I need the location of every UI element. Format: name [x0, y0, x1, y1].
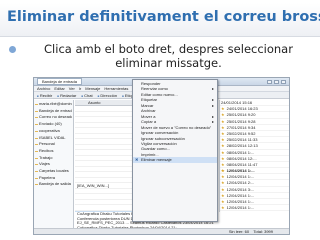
- context-menu-label: Archivar: [141, 108, 156, 114]
- star-icon[interactable]: ★: [221, 193, 225, 198]
- star-icon[interactable]: ★: [221, 119, 225, 124]
- delete-icon: ✖: [135, 157, 139, 163]
- folder-item[interactable]: Viajes: [35, 161, 72, 168]
- context-menu-label: Ignorar conversación: [141, 130, 179, 136]
- date-text: 27/01/2014 9:34: [226, 124, 256, 130]
- date-text: 25/01/2014 9:28: [226, 118, 256, 124]
- star-icon[interactable]: ★: [221, 125, 225, 130]
- context-menu-item[interactable]: ✖ Eliminar mensaje: [133, 157, 217, 163]
- close-icon[interactable]: [281, 79, 286, 84]
- date-text: 12/04/2014 1:...: [226, 192, 255, 198]
- context-menu-label: Editar como nuevo...: [141, 91, 178, 97]
- date-text: 12/04/2014 1:...: [226, 199, 255, 204]
- date-text: 12/04/2014 1:...: [226, 205, 255, 211]
- folder-item[interactable]: cooperativa: [35, 128, 72, 135]
- maximize-icon[interactable]: [274, 79, 279, 84]
- toolbar-button-1[interactable]: Redactar: [57, 93, 76, 98]
- star-icon[interactable]: ★: [221, 137, 225, 142]
- star-icon[interactable]: ★: [221, 150, 225, 155]
- menu-5[interactable]: Herramientas: [104, 86, 128, 91]
- thunderbird-screenshot: Bandeja de entrada Archivo Editar Ver Ir Men…: [33, 77, 290, 235]
- menu-4[interactable]: Mensaje: [85, 86, 100, 91]
- context-menu-label: Ignorar subconversación: [141, 135, 185, 141]
- window-controls: [267, 79, 286, 84]
- status-total: Total: 3999: [253, 229, 273, 234]
- date-text: 25/02/2014 9:52: [226, 130, 256, 136]
- date-text: 08/04/2014 1:...: [226, 149, 255, 155]
- menu-1[interactable]: Editar: [54, 86, 64, 91]
- context-menu-label: Copiar a: [141, 119, 157, 125]
- date-text: 08/04/2014 12:...: [226, 155, 257, 161]
- folder-item[interactable]: Papelera: [35, 175, 72, 182]
- context-menu-label: Eliminar mensaje: [141, 157, 172, 163]
- context-menu-label: Etiquetar: [141, 97, 158, 103]
- folder-item[interactable]: Carpetas locales: [35, 168, 72, 175]
- bullet-dot-icon: [9, 46, 16, 53]
- date-text: 08/04/2014 11:47: [226, 161, 258, 167]
- status-unread: Sin leer: 60: [228, 229, 250, 234]
- star-icon[interactable]: ★: [221, 180, 225, 185]
- folder-pane: maria.ribé@dominioBandeja de entrada (60…: [34, 100, 74, 230]
- star-icon[interactable]: ★: [221, 174, 225, 179]
- context-menu-label: Vigilar conversación: [141, 140, 177, 146]
- star-icon[interactable]: ★: [221, 187, 225, 192]
- star-icon[interactable]: ★: [221, 199, 225, 204]
- folder-item[interactable]: Recibos: [35, 148, 72, 155]
- star-icon[interactable]: ★: [221, 162, 225, 167]
- menu-2[interactable]: Ver: [69, 86, 75, 91]
- tab-inbox[interactable]: Bandeja de entrada: [37, 78, 82, 85]
- context-menu-label: Marcar: [141, 102, 154, 108]
- date-text: 12/04/2014 1:...: [226, 174, 255, 180]
- context-menu-label: Reenviar como: [141, 86, 168, 92]
- folder-item[interactable]: Personal: [35, 141, 72, 148]
- folder-item[interactable]: maria.ribé@dominio: [35, 101, 72, 108]
- date-column: 24/01/2014 15:16 ★ 24/01/2014 16:23 ★ 25/01/…: [219, 100, 289, 230]
- context-menu-label: Responder: [141, 81, 161, 86]
- date-text: 12/04/2014 1:...: [226, 168, 255, 174]
- star-icon[interactable]: ★: [221, 143, 225, 148]
- context-menu-label: Guardar como...: [141, 146, 170, 152]
- minimize-icon[interactable]: [267, 79, 272, 84]
- toolbar-button-2[interactable]: Chat: [81, 93, 92, 98]
- star-icon[interactable]: ★: [221, 131, 225, 136]
- date-text: 24/01/2014 15:16: [221, 100, 253, 105]
- date-text: 28/02/2014 12:13: [226, 143, 258, 149]
- context-menu-label: Mover a: [141, 113, 156, 119]
- status-bar: Sin leer: 60 Total: 3999: [34, 228, 289, 234]
- bullet-text: Clica amb el boto dret, despres seleccio…: [44, 42, 293, 70]
- folder-item[interactable]: Trabajo: [35, 155, 72, 162]
- star-icon[interactable]: ★: [221, 168, 225, 173]
- star-icon[interactable]: ★: [221, 106, 225, 111]
- menu-3[interactable]: Ir: [79, 86, 81, 91]
- context-menu-label: Mover de nuevo a "Correo no deseado": [141, 124, 212, 130]
- menu-0[interactable]: Archivo: [37, 86, 50, 91]
- date-text: 25/01/2014 9:20: [226, 112, 256, 118]
- toolbar-button-0[interactable]: Recibir: [37, 93, 52, 98]
- date-text: 24/01/2014 16:23: [226, 106, 258, 112]
- date-text: 25/02/2014 11:33: [226, 137, 258, 143]
- folder-item[interactable]: Bandeja de entrada (60): [35, 108, 72, 115]
- context-menu: Responder Reenviar como ▸ Editar como nuevo…: [132, 79, 218, 222]
- star-icon[interactable]: ★: [221, 205, 225, 210]
- star-icon[interactable]: ★: [221, 156, 225, 161]
- folder-item[interactable]: Enviado (40): [35, 121, 72, 128]
- slide-title: Eliminar definitivament el correu brossa: [0, 3, 320, 37]
- bullet-point: Clica amb el boto dret, despres seleccio…: [9, 42, 314, 70]
- toolbar-button-3[interactable]: Dirección: [98, 93, 117, 98]
- star-icon[interactable]: ★: [221, 112, 225, 117]
- folder-item[interactable]: Correo no deseado: [35, 114, 72, 121]
- folder-item[interactable]: Bandeja de salida: [35, 181, 72, 188]
- folder-item[interactable]: ISABEL VIDAL: [35, 135, 72, 142]
- date-text: 12/04/2014 3:...: [226, 186, 255, 192]
- date-text: 12/04/2014 2:...: [226, 180, 255, 186]
- context-menu-label: Imprimir...: [141, 151, 159, 157]
